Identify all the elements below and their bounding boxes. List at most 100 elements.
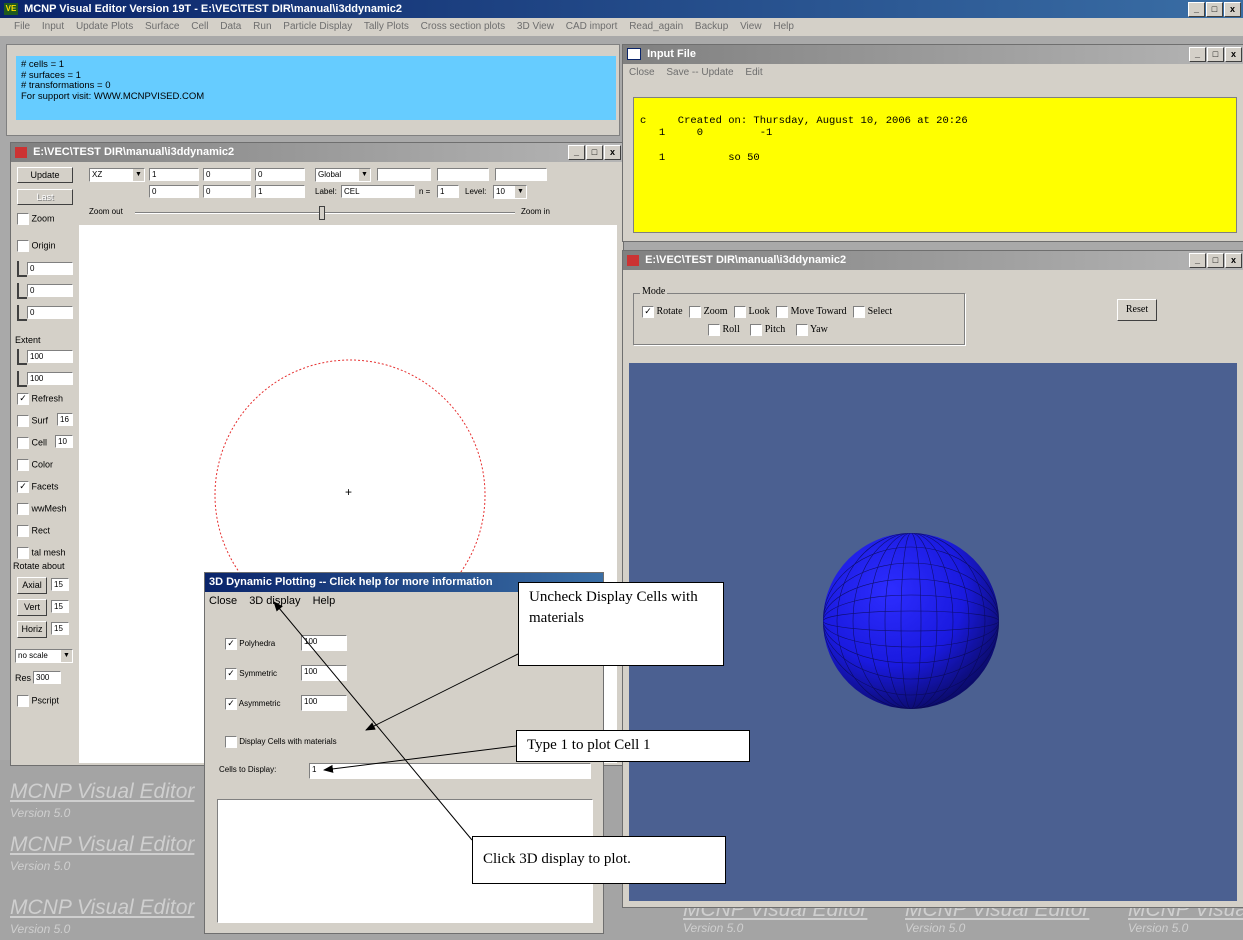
- origin-b1-field[interactable]: 0: [149, 185, 199, 198]
- res-field[interactable]: 300: [33, 671, 61, 684]
- input-menu-close[interactable]: Close: [629, 67, 655, 78]
- maximize-button[interactable]: □: [1207, 47, 1224, 62]
- wwmesh-checkbox[interactable]: wwMesh: [17, 503, 67, 515]
- extent-v-slider[interactable]: [17, 371, 27, 387]
- menu-particle-display[interactable]: Particle Display: [283, 21, 352, 32]
- horiz-button[interactable]: Horiz: [17, 621, 47, 638]
- origin-x-slider[interactable]: [17, 261, 27, 277]
- zoom-slider-thumb[interactable]: [319, 206, 325, 220]
- origin-a3-field[interactable]: 0: [255, 168, 305, 181]
- zoom-checkbox[interactable]: Zoom: [17, 213, 55, 225]
- close-button[interactable]: x: [1225, 253, 1242, 268]
- minimize-button[interactable]: _: [1188, 2, 1205, 17]
- color-checkbox[interactable]: Color: [17, 459, 53, 471]
- menu-tally-plots[interactable]: Tally Plots: [364, 21, 409, 32]
- origin-b3-field[interactable]: 1: [255, 185, 305, 198]
- select-checkbox[interactable]: Select: [853, 306, 892, 318]
- extra-field-3[interactable]: [495, 168, 547, 181]
- look-checkbox[interactable]: Look: [734, 306, 770, 318]
- origin-y-slider[interactable]: [17, 283, 27, 299]
- scale-select[interactable]: no scale ▼: [15, 649, 73, 663]
- menu-surface[interactable]: Surface: [145, 21, 179, 32]
- roll-checkbox[interactable]: Roll: [708, 324, 740, 336]
- maximize-button[interactable]: □: [586, 145, 603, 160]
- extent-h-slider[interactable]: [17, 349, 27, 365]
- symmetric-field[interactable]: 100: [301, 665, 347, 681]
- maximize-button[interactable]: □: [1207, 253, 1224, 268]
- facets-checkbox[interactable]: ✓ Facets: [17, 481, 59, 493]
- update-button[interactable]: Update: [17, 167, 73, 183]
- display-cells-checkbox[interactable]: Display Cells with materials: [225, 735, 337, 748]
- close-button[interactable]: x: [604, 145, 621, 160]
- input-file-title-bar[interactable]: Input File _ □ x: [623, 45, 1243, 64]
- menu-cell[interactable]: Cell: [191, 21, 208, 32]
- rect-checkbox[interactable]: Rect: [17, 525, 50, 537]
- extra-field-1[interactable]: [377, 168, 431, 181]
- input-file-editor[interactable]: c Created on: Thursday, August 10, 2006 …: [633, 97, 1237, 233]
- origin-checkbox[interactable]: Origin: [17, 240, 56, 252]
- surf-field[interactable]: 16: [57, 413, 73, 426]
- move-toward-checkbox[interactable]: Move Toward: [776, 306, 847, 318]
- zoom-slider-track[interactable]: [135, 212, 515, 214]
- label-n-field[interactable]: 1: [437, 185, 459, 198]
- zoom-mode-checkbox[interactable]: Zoom: [689, 306, 728, 318]
- extra-field-2[interactable]: [437, 168, 489, 181]
- minimize-button[interactable]: _: [1189, 253, 1206, 268]
- origin-a1-field[interactable]: 1: [149, 168, 199, 181]
- asymmetric-checkbox[interactable]: ✓ Asymmetric: [225, 697, 281, 710]
- cell-field[interactable]: 10: [55, 435, 73, 448]
- level-select[interactable]: 10 ▼: [493, 185, 527, 199]
- reset-button[interactable]: Reset: [1117, 299, 1157, 321]
- minimize-button[interactable]: _: [568, 145, 585, 160]
- global-select[interactable]: Global ▼: [315, 168, 371, 182]
- extent-h-field[interactable]: 100: [27, 350, 73, 363]
- menu-update-plots[interactable]: Update Plots: [76, 21, 133, 32]
- origin-z-slider[interactable]: [17, 305, 27, 321]
- label-field[interactable]: CEL: [341, 185, 415, 198]
- menu-3d-view[interactable]: 3D View: [517, 21, 554, 32]
- dialog-menu-help[interactable]: Help: [313, 595, 336, 607]
- chevron-down-icon[interactable]: ▼: [61, 650, 72, 662]
- axial-field[interactable]: 15: [51, 578, 69, 591]
- input-menu-save-update[interactable]: Save -- Update: [666, 67, 733, 78]
- cells-to-display-field[interactable]: 1: [309, 763, 591, 779]
- surf-checkbox[interactable]: Surf: [17, 415, 48, 427]
- menu-run[interactable]: Run: [253, 21, 271, 32]
- menu-view[interactable]: View: [740, 21, 762, 32]
- origin-b2-field[interactable]: 0: [203, 185, 251, 198]
- refresh-checkbox[interactable]: ✓ Refresh: [17, 393, 63, 405]
- symmetric-checkbox[interactable]: ✓ Symmetric: [225, 667, 277, 680]
- menu-data[interactable]: Data: [220, 21, 241, 32]
- pitch-checkbox[interactable]: Pitch: [750, 324, 785, 336]
- plane-select[interactable]: XZ ▼: [89, 168, 145, 182]
- last-button[interactable]: Last: [17, 189, 73, 205]
- rotate-checkbox[interactable]: ✓ Rotate: [642, 306, 683, 318]
- origin-x-field[interactable]: 0: [27, 262, 73, 275]
- main-title-bar[interactable]: VE MCNP Visual Editor Version 19T - E:\V…: [0, 0, 1243, 18]
- origin-y-field[interactable]: 0: [27, 284, 73, 297]
- origin-a2-field[interactable]: 0: [203, 168, 251, 181]
- yaw-checkbox[interactable]: Yaw: [795, 324, 828, 336]
- chevron-down-icon[interactable]: ▼: [515, 186, 526, 198]
- menu-cad-import[interactable]: CAD import: [566, 21, 618, 32]
- chevron-down-icon[interactable]: ▼: [359, 169, 370, 181]
- asymmetric-field[interactable]: 100: [301, 695, 347, 711]
- menu-file[interactable]: File: [14, 21, 30, 32]
- minimize-button[interactable]: _: [1189, 47, 1206, 62]
- cell-checkbox[interactable]: Cell: [17, 437, 47, 449]
- talmesh-checkbox[interactable]: tal mesh: [17, 547, 66, 559]
- menu-input[interactable]: Input: [42, 21, 64, 32]
- horiz-field[interactable]: 15: [51, 622, 69, 635]
- vert-field[interactable]: 15: [51, 600, 69, 613]
- dialog-menu-3d-display[interactable]: 3D display: [249, 595, 300, 607]
- extent-v-field[interactable]: 100: [27, 372, 73, 385]
- input-menu-edit[interactable]: Edit: [745, 67, 762, 78]
- menu-read-again[interactable]: Read_again: [629, 21, 683, 32]
- dialog-menu-close[interactable]: Close: [209, 595, 237, 607]
- polyhedra-checkbox[interactable]: ✓ Polyhedra: [225, 637, 275, 650]
- origin-z-field[interactable]: 0: [27, 306, 73, 319]
- menu-backup[interactable]: Backup: [695, 21, 728, 32]
- view3d-title-bar[interactable]: E:\VEC\TEST DIR\manual\i3ddynamic2 _ □ x: [623, 251, 1243, 270]
- chevron-down-icon[interactable]: ▼: [133, 169, 144, 181]
- menu-cross-section-plots[interactable]: Cross section plots: [421, 21, 505, 32]
